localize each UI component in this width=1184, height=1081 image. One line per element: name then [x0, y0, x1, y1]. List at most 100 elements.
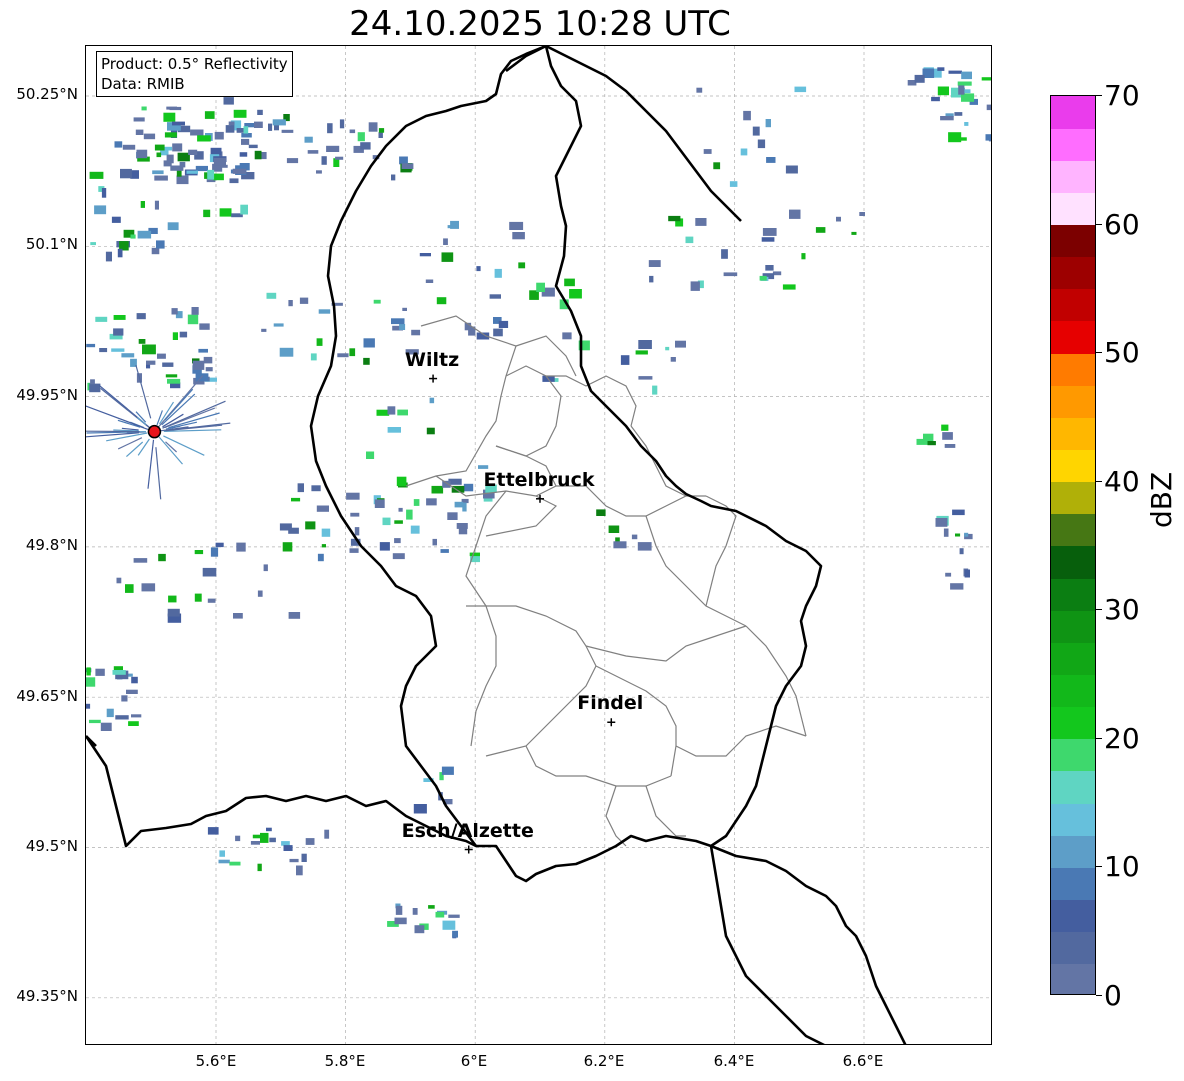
radar-echo — [318, 309, 331, 314]
colorbar-segment — [1051, 128, 1095, 161]
radar-echo — [90, 242, 96, 246]
radar-echo — [90, 379, 95, 385]
radar-echo — [89, 719, 101, 724]
colorbar-segment — [1051, 321, 1095, 354]
radar-echo — [759, 275, 767, 281]
radar-echo — [327, 123, 333, 134]
colorbar-label: 20 — [1104, 722, 1140, 755]
radar-echo — [157, 353, 166, 359]
country-border — [709, 845, 825, 1044]
colorbar-segment — [1051, 256, 1095, 290]
radar-echo — [489, 294, 501, 299]
radar-echo — [690, 281, 700, 291]
radar-echo — [399, 324, 406, 330]
admin-border — [405, 315, 517, 487]
colorbar-segment — [1051, 963, 1095, 994]
radar-echo — [156, 152, 162, 158]
radar-echo — [394, 520, 403, 524]
radar-echo — [964, 569, 970, 578]
radar-echo — [426, 427, 435, 435]
country-border — [86, 735, 97, 747]
admin-border — [595, 665, 677, 777]
lon-label: 6°E — [460, 1052, 488, 1070]
radar-echo — [131, 676, 138, 684]
radar-echo — [723, 272, 738, 277]
radar-echo — [765, 265, 774, 271]
radar-echo — [225, 125, 235, 133]
radar-echo — [959, 548, 964, 555]
radar-echo — [166, 154, 174, 164]
lat-label: 49.5°N — [25, 837, 78, 855]
radar-echo — [288, 300, 293, 307]
radar-echo — [815, 227, 826, 233]
radar-echo — [213, 157, 226, 166]
radar-echo — [239, 152, 248, 157]
radar-echo — [668, 215, 681, 222]
clutter-spoke — [135, 364, 152, 419]
radar-echo — [414, 925, 425, 934]
radar-echo — [442, 920, 456, 930]
admin-border — [605, 785, 627, 847]
radar-echo — [176, 170, 182, 177]
radar-echo — [395, 905, 403, 915]
radar-echo — [391, 318, 405, 325]
radar-echo — [199, 323, 210, 330]
radar-echo — [257, 109, 263, 115]
radar-echo — [94, 205, 107, 215]
radar-echo — [961, 71, 972, 80]
radar-echo — [354, 527, 360, 536]
radar-echo — [268, 123, 273, 131]
radar-echo — [402, 307, 407, 311]
radar-echo — [432, 538, 437, 546]
radar-echo — [86, 667, 91, 676]
radar-echo — [311, 485, 321, 492]
radar-echo — [286, 158, 299, 164]
radar-echo — [440, 549, 449, 553]
radar-echo — [766, 157, 776, 163]
radar-echo — [469, 552, 480, 557]
radar-echo — [165, 374, 178, 378]
radar-echo — [99, 348, 108, 353]
radar-echo — [307, 150, 319, 154]
radar-echo — [305, 521, 316, 530]
radar-echo — [266, 292, 277, 299]
radar-echo — [223, 97, 234, 105]
radar-map[interactable] — [85, 45, 992, 1045]
radar-echo — [228, 121, 235, 126]
radar-echo — [512, 232, 525, 240]
radar-echo — [772, 271, 782, 276]
radar-echo — [436, 297, 447, 305]
radar-echo — [638, 340, 652, 349]
colorbar-label: 50 — [1104, 336, 1140, 369]
data-source-label: Data: RMIB — [101, 75, 185, 93]
radar-echo — [476, 266, 481, 272]
radar-echo — [448, 914, 460, 918]
radar-echo — [254, 150, 262, 160]
radar-echo — [494, 268, 502, 278]
clutter-spoke — [164, 388, 194, 421]
radar-echo — [136, 149, 148, 159]
radar-echo — [378, 128, 385, 133]
radar-echo — [648, 260, 661, 267]
radar-echo — [349, 129, 356, 134]
radar-echo — [954, 112, 963, 116]
radar-echo — [374, 499, 385, 508]
radar-echo — [335, 156, 344, 160]
radar-echo — [398, 507, 403, 512]
radar-echo — [207, 827, 219, 835]
radar-echo — [685, 236, 694, 244]
radar-echo — [205, 367, 213, 372]
radar-echo — [349, 348, 356, 357]
radar-echo — [133, 558, 148, 563]
colorbar-segment — [1051, 835, 1095, 868]
clutter-spoke — [86, 405, 141, 428]
radar-echo — [794, 86, 807, 93]
radar-echo — [914, 74, 925, 83]
radar-echo — [740, 148, 748, 156]
clutter-spoke — [86, 430, 140, 433]
radar-echo — [257, 590, 263, 597]
radar-echo — [394, 538, 401, 544]
radar-echo — [138, 339, 146, 344]
radar-echo — [958, 85, 965, 95]
radar-echo — [89, 383, 101, 393]
